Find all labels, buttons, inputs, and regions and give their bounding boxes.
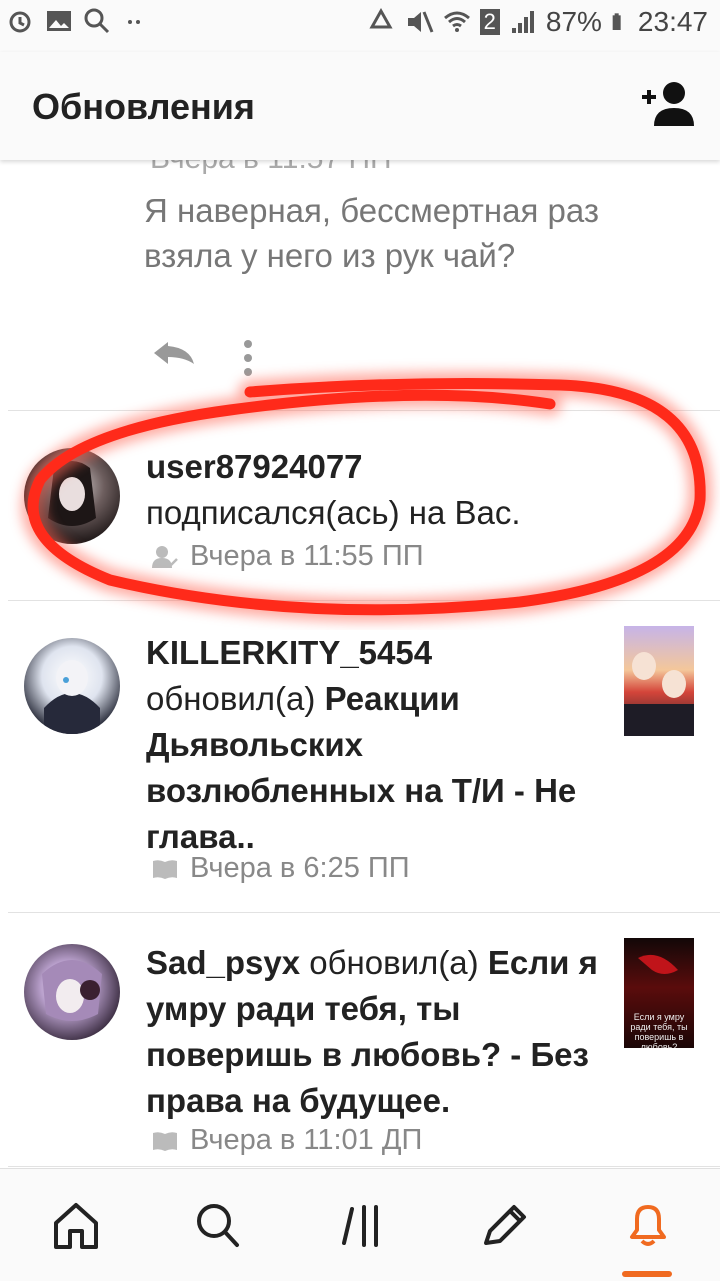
search-icon[interactable]	[190, 1199, 246, 1251]
avatar[interactable]	[24, 944, 120, 1040]
notification-meta: Вчера в 11:55 ПП	[152, 540, 424, 573]
avatar-image	[48, 461, 96, 526]
home-icon[interactable]	[48, 1199, 104, 1251]
book-icon	[153, 859, 177, 879]
avatar[interactable]	[24, 638, 120, 734]
avatar-image	[42, 960, 102, 1021]
mute-icon	[407, 11, 434, 33]
sim-badge: 2	[479, 9, 500, 35]
notification-text: user87924077 подписался(ась) на Вас.	[146, 444, 606, 536]
search-icon	[84, 8, 110, 34]
more-options-icon[interactable]	[240, 338, 256, 378]
username[interactable]: KILLERKITY_5454	[146, 634, 432, 671]
avatar-image	[44, 660, 100, 734]
story-cover[interactable]: Если я умру ради тебя, ты поверишь в люб…	[624, 938, 694, 1048]
bottom-navigation	[0, 1168, 720, 1281]
list-item[interactable]: KILLERKITY_5454 обновил(а) Реакции Дьяво…	[0, 600, 720, 910]
add-user-icon[interactable]	[640, 80, 696, 128]
wifi-icon	[443, 11, 470, 32]
book-icon	[153, 1131, 177, 1151]
notification-meta: Вчера в 11:01 ДП	[152, 1124, 422, 1157]
recycle-icon	[369, 7, 393, 29]
follow-icon	[152, 545, 178, 568]
notification-action: обновил(а)	[300, 944, 488, 981]
notification-action: обновил(а)	[146, 680, 325, 717]
gallery-icon	[47, 11, 71, 31]
list-item[interactable]: Sad_psyx обновил(а) Если я умру ради теб…	[0, 912, 720, 1168]
battery-percent: 87%	[545, 6, 602, 37]
notification-action: подписался(ась) на Вас.	[146, 494, 521, 531]
more-dots-icon	[128, 20, 140, 24]
divider	[8, 1166, 720, 1167]
story-cover-art	[624, 652, 694, 736]
comment-time: Вчера в 11:57 ПП	[150, 160, 392, 176]
notification-text: Sad_psyx обновил(а) Если я умру ради теб…	[146, 940, 606, 1124]
reply-icon[interactable]	[150, 338, 198, 368]
active-tab-indicator	[622, 1271, 672, 1277]
clock: 23:47	[637, 6, 708, 37]
notification-time: Вчера в 6:25 ПП	[190, 852, 410, 884]
notifications-feed[interactable]: Вчера в 11:57 ПП Я наверная, бессмертная…	[0, 160, 720, 1168]
list-item[interactable]: user87924077 подписался(ась) на Вас. Вче…	[0, 410, 720, 600]
notification-meta: Вчера в 6:25 ПП	[152, 852, 410, 885]
notification-time: Вчера в 11:55 ПП	[190, 540, 424, 572]
username[interactable]: Sad_psyx	[146, 944, 300, 981]
battery-icon	[612, 13, 621, 30]
notification-time: Вчера в 11:01 ДП	[190, 1124, 423, 1156]
username[interactable]: user87924077	[146, 448, 363, 485]
avatar[interactable]	[24, 448, 120, 544]
notifications-icon[interactable]	[620, 1199, 676, 1251]
library-icon[interactable]	[334, 1199, 390, 1251]
app-bar: Обновления	[0, 52, 720, 160]
notification-text: KILLERKITY_5454 обновил(а) Реакции Дьяво…	[146, 630, 606, 860]
alarm-icon	[9, 11, 31, 33]
signal-icon	[511, 11, 534, 33]
page-title: Обновления	[32, 86, 255, 127]
status-bar: 2 87% 23:47	[0, 0, 720, 52]
comment-text[interactable]: Я наверная, бессмертная раз взяла у него…	[144, 188, 604, 278]
write-icon[interactable]	[476, 1199, 532, 1251]
story-cover-title: Если я умру ради тебя, ты поверишь в люб…	[630, 1012, 688, 1048]
story-cover[interactable]	[624, 626, 694, 736]
